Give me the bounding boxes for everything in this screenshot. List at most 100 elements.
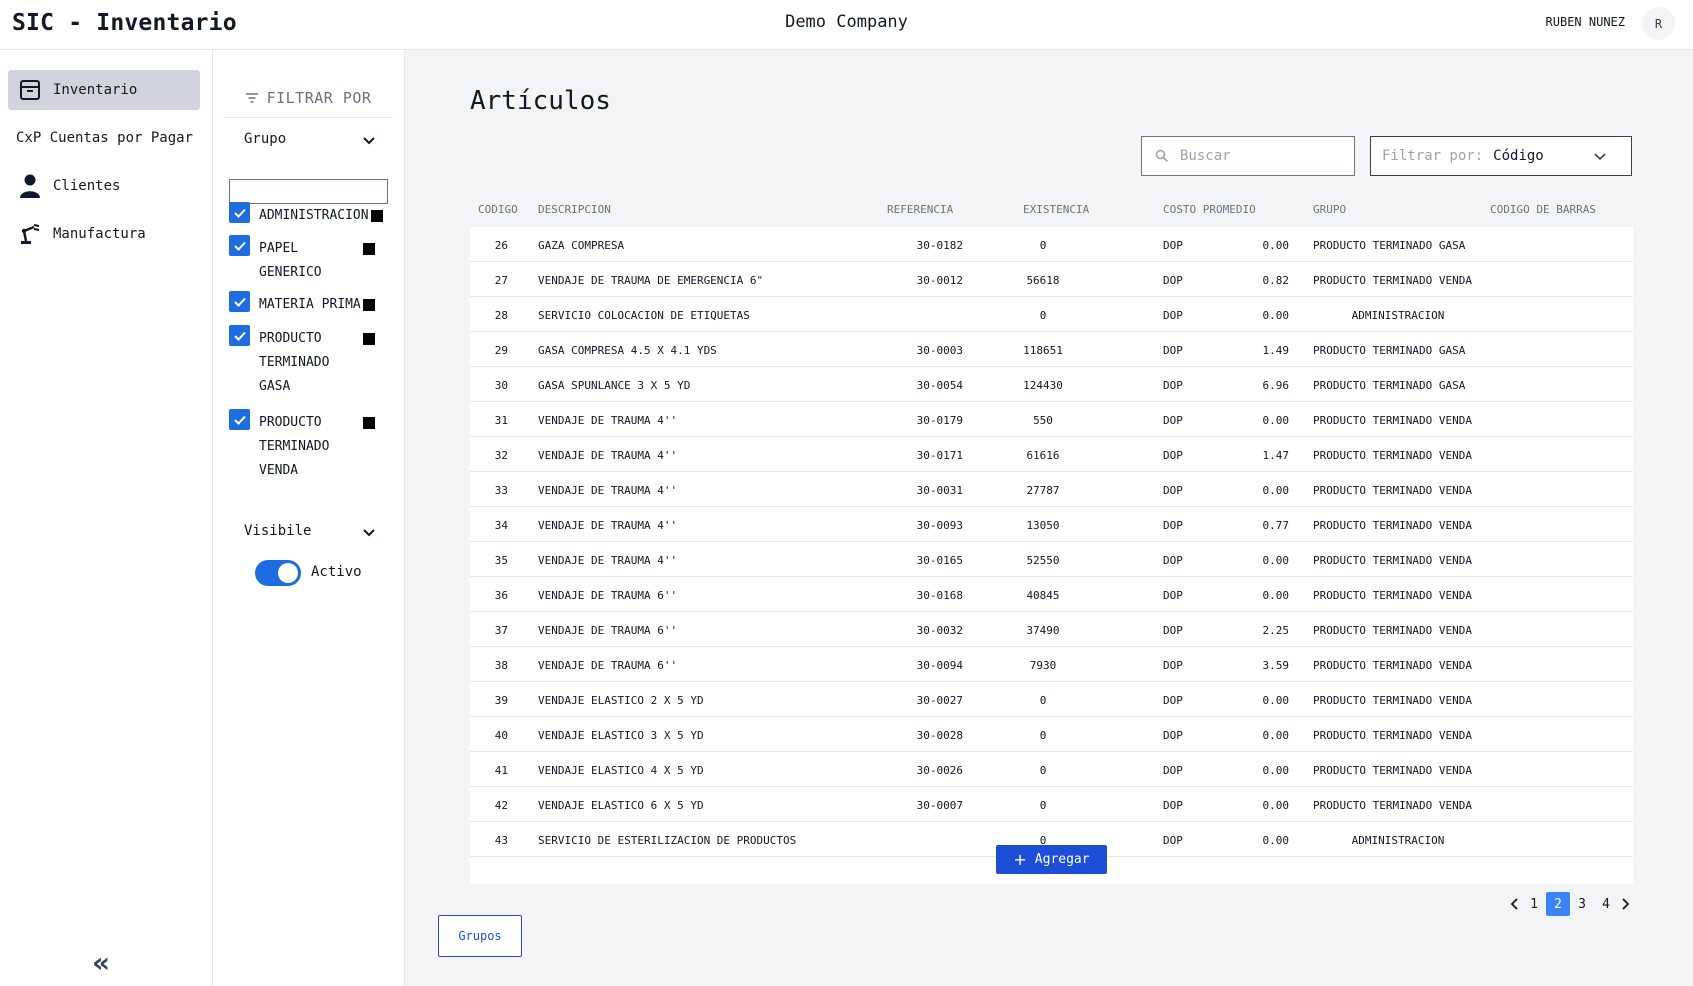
chevron-down-icon[interactable] bbox=[361, 525, 377, 541]
checkbox[interactable] bbox=[229, 409, 250, 430]
table-row[interactable]: 26 GAZA COMPRESA 30-0182 0 DOP 0.00 PRODUCTO T… bbox=[470, 227, 1633, 262]
column-header[interactable]: DESCRIPCION bbox=[538, 203, 611, 216]
column-header[interactable]: EXISTENCIA bbox=[1023, 203, 1089, 216]
group-checkbox-materia-prima[interactable]: MATERIA PRIMA bbox=[229, 291, 399, 315]
table-row[interactable]: 27 VENDAJE DE TRAUMA DE EMERGENCIA 6" 30-0… bbox=[470, 262, 1633, 297]
table-row[interactable]: 29 GASA COMPRESA 4.5 X 4.1 YDS 30-0003 1186… bbox=[470, 332, 1633, 367]
group-section-title[interactable]: Grupo bbox=[244, 131, 286, 147]
search-icon bbox=[1155, 149, 1169, 163]
cell-grupo: PRODUCTO TERMINADO VENDA bbox=[1313, 659, 1472, 672]
table-row[interactable]: 28 SERVICIO COLOCACION DE ETIQUETAS 0 DOP 0.… bbox=[470, 297, 1633, 332]
sidebar-item-inventario[interactable]: Inventario bbox=[8, 70, 200, 110]
column-header[interactable]: CODIGO DE BARRAS bbox=[1490, 203, 1596, 216]
table-row[interactable]: 40 VENDAJE ELASTICO 3 X 5 YD 30-0028 0 DOP 0.… bbox=[470, 717, 1633, 752]
table-row[interactable]: 41 VENDAJE ELASTICO 4 X 5 YD 30-0026 0 DOP 0.… bbox=[470, 752, 1633, 787]
cell-grupo: PRODUCTO TERMINADO VENDA bbox=[1313, 729, 1472, 742]
group-checkbox-producto-terminado-venda[interactable]: PRODUCTO TERMINADO VENDA bbox=[229, 409, 399, 481]
cell-grupo: PRODUCTO TERMINADO VENDA bbox=[1313, 519, 1472, 532]
active-toggle[interactable] bbox=[255, 560, 301, 586]
column-header[interactable]: GRUPO bbox=[1313, 203, 1346, 216]
plus-icon: + bbox=[1013, 850, 1027, 869]
table-row[interactable]: 42 VENDAJE ELASTICO 6 X 5 YD 30-0007 0 DOP 0.… bbox=[470, 787, 1633, 822]
checkbox[interactable] bbox=[229, 325, 250, 346]
chevron-down-icon bbox=[1594, 153, 1606, 161]
checkbox-label-line: PRODUCTO bbox=[259, 415, 322, 430]
cell-costo: 0.00 bbox=[1262, 729, 1290, 742]
cell-moneda: DOP bbox=[1163, 834, 1183, 847]
check-icon bbox=[233, 331, 246, 341]
cell-existencia: 0 bbox=[1039, 799, 1047, 812]
add-button[interactable]: + Agregar bbox=[996, 845, 1107, 874]
group-search-input[interactable] bbox=[229, 179, 388, 204]
table-row[interactable]: 31 VENDAJE DE TRAUMA 4'' 30-0179 550 DOP 0.00… bbox=[470, 402, 1633, 437]
cell-codigo: 29 bbox=[494, 344, 508, 357]
cell-costo: 0.00 bbox=[1262, 694, 1290, 707]
sidebar-item-manufactura[interactable]: Manufactura bbox=[8, 214, 200, 254]
cell-codigo: 37 bbox=[494, 624, 508, 637]
checkbox[interactable] bbox=[229, 202, 250, 223]
page-number[interactable]: 1 bbox=[1522, 892, 1546, 916]
table-row[interactable]: 35 VENDAJE DE TRAUMA 4'' 30-0165 52550 DOP 0.… bbox=[470, 542, 1633, 577]
chevron-right-icon[interactable] bbox=[1618, 897, 1632, 911]
cell-referencia: 30-0182 bbox=[916, 239, 963, 252]
group-checkbox-papel-generico[interactable]: PAPEL GENERICO bbox=[229, 235, 399, 283]
sidebar-item-label: CxP Cuentas por Pagar bbox=[16, 130, 194, 146]
search-input[interactable] bbox=[1180, 145, 1340, 167]
collapse-sidebar-icon[interactable]: « bbox=[92, 946, 110, 979]
table-row[interactable]: 30 GASA SPUNLANCE 3 X 5 YD 30-0054 124430 DO… bbox=[470, 367, 1633, 402]
column-header[interactable]: REFERENCIA bbox=[887, 203, 953, 216]
column-header[interactable]: CODIGO bbox=[478, 203, 518, 216]
cell-referencia: 30-0012 bbox=[916, 274, 963, 287]
cell-descripcion: VENDAJE ELASTICO 3 X 5 YD bbox=[538, 729, 704, 742]
sidebar-item-label: Clientes bbox=[53, 178, 121, 194]
cell-codigo: 38 bbox=[494, 659, 508, 672]
cell-existencia: 13050 bbox=[1026, 519, 1060, 532]
table-row[interactable]: 32 VENDAJE DE TRAUMA 4'' 30-0171 61616 DOP 1.… bbox=[470, 437, 1633, 472]
user-icon bbox=[18, 174, 42, 198]
visible-section-title[interactable]: Visibile bbox=[244, 523, 311, 539]
cell-existencia: 52550 bbox=[1026, 554, 1060, 567]
cell-referencia: 30-0165 bbox=[916, 554, 963, 567]
checkbox[interactable] bbox=[229, 235, 250, 256]
chevron-down-icon[interactable] bbox=[361, 133, 377, 149]
cell-codigo: 41 bbox=[494, 764, 508, 777]
groups-button[interactable]: Grupos bbox=[438, 915, 522, 957]
page-number[interactable]: 3 bbox=[1570, 892, 1594, 916]
cell-existencia: 124430 bbox=[1023, 379, 1063, 392]
sidebar-item-clientes[interactable]: Clientes bbox=[8, 166, 200, 206]
cell-grupo: PRODUCTO TERMINADO VENDA bbox=[1313, 484, 1472, 497]
page-number[interactable]: 4 bbox=[1594, 892, 1618, 916]
table-row[interactable]: 39 VENDAJE ELASTICO 2 X 5 YD 30-0027 0 DOP 0.… bbox=[470, 682, 1633, 717]
group-checkbox-producto-terminado-gasa[interactable]: PRODUCTO TERMINADO GASA bbox=[229, 325, 399, 397]
articles-table: CODIGO DESCRIPCION REFERENCIA EXISTENCIA… bbox=[470, 192, 1633, 884]
cell-costo: 0.77 bbox=[1262, 519, 1290, 532]
sidebar-item-cxp[interactable]: CxP Cuentas por Pagar bbox=[8, 118, 200, 158]
table-row[interactable]: 38 VENDAJE DE TRAUMA 6'' 30-0094 7930 DOP 3.5… bbox=[470, 647, 1633, 682]
page-number-current[interactable]: 2 bbox=[1546, 892, 1570, 916]
table-row[interactable]: 36 VENDAJE DE TRAUMA 6'' 30-0168 40845 DOP 0.… bbox=[470, 577, 1633, 612]
cell-existencia: 0 bbox=[1039, 764, 1047, 777]
table-row[interactable]: 33 VENDAJE DE TRAUMA 4'' 30-0031 27787 DOP 0.… bbox=[470, 472, 1633, 507]
checkbox-label: ADMINISTRACION bbox=[259, 208, 369, 223]
cell-descripcion: VENDAJE ELASTICO 4 X 5 YD bbox=[538, 764, 704, 777]
cell-existencia: 7930 bbox=[1029, 659, 1057, 672]
group-checkbox-administracion[interactable]: ADMINISTRACION bbox=[229, 202, 399, 226]
avatar[interactable]: R bbox=[1642, 7, 1675, 40]
check-icon bbox=[233, 415, 246, 425]
cell-grupo: PRODUCTO TERMINADO VENDA bbox=[1313, 589, 1472, 602]
checkbox[interactable] bbox=[229, 291, 250, 312]
cell-moneda: DOP bbox=[1163, 309, 1183, 322]
chevron-left-icon[interactable] bbox=[1508, 897, 1522, 911]
filter-by-select[interactable]: Filtrar por: Código bbox=[1370, 136, 1632, 176]
cell-grupo: ADMINISTRACION bbox=[1351, 309, 1445, 322]
user-name[interactable]: RUBEN NUNEZ bbox=[1546, 15, 1625, 29]
table-row[interactable]: 37 VENDAJE DE TRAUMA 6'' 30-0032 37490 DOP 2.… bbox=[470, 612, 1633, 647]
checkbox-label-line: GASA bbox=[259, 379, 291, 394]
checkbox-label-line: PAPEL bbox=[259, 241, 299, 256]
filter-panel: FILTRAR POR Grupo ADMINISTRACION PAPEL G… bbox=[213, 50, 405, 986]
cell-codigo: 28 bbox=[494, 309, 508, 322]
column-header[interactable]: COSTO PROMEDIO bbox=[1163, 203, 1256, 216]
table-row[interactable]: 34 VENDAJE DE TRAUMA 4'' 30-0093 13050 DOP 0.… bbox=[470, 507, 1633, 542]
search-box[interactable] bbox=[1141, 136, 1355, 176]
cell-descripcion: VENDAJE DE TRAUMA DE EMERGENCIA 6" bbox=[538, 274, 764, 287]
